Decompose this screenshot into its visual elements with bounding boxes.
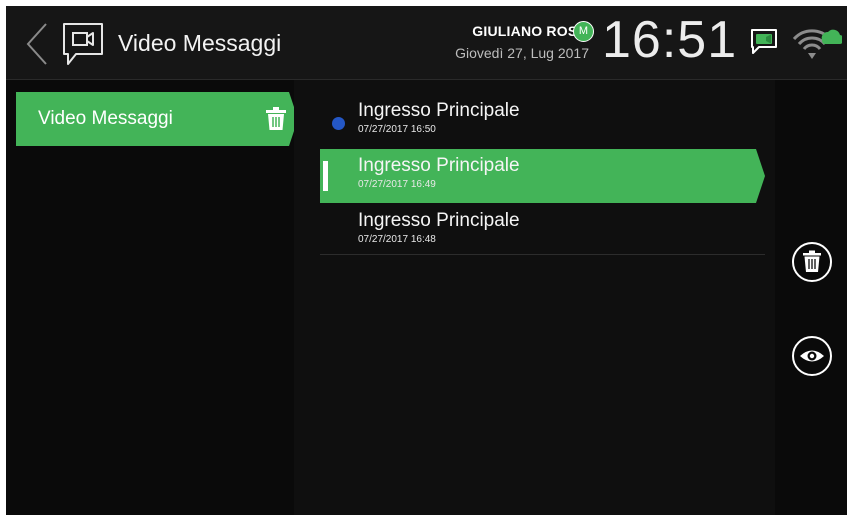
message-source: Ingresso Principale [358, 100, 520, 121]
message-notification-icon[interactable] [749, 26, 779, 56]
list-item[interactable]: Ingresso Principale 07/27/2017 16:50 [320, 94, 765, 148]
video-message-icon [60, 20, 106, 68]
header-bar: Video Messaggi GIULIANO ROSSI M Giovedì … [6, 6, 847, 80]
sidebar: Video Messaggi [6, 80, 298, 515]
message-timestamp: 07/27/2017 16:50 [358, 124, 436, 135]
eye-icon [800, 350, 824, 362]
back-button[interactable] [24, 22, 50, 66]
selection-marker [323, 161, 328, 191]
clock: 16:51 [602, 11, 738, 69]
current-date: Giovedì 27, Lug 2017 [455, 45, 589, 61]
view-button[interactable] [792, 336, 832, 376]
message-source: Ingresso Principale [358, 155, 520, 176]
user-badge: M [573, 21, 594, 42]
trash-icon [803, 250, 821, 272]
list-item[interactable]: Ingresso Principale 07/27/2017 16:48 [320, 204, 765, 255]
list-item[interactable]: Ingresso Principale 07/27/2017 16:49 [320, 149, 765, 203]
page-title: Video Messaggi [118, 30, 282, 56]
action-column [775, 80, 847, 515]
message-timestamp: 07/27/2017 16:48 [358, 234, 436, 245]
screen: Video Messaggi GIULIANO ROSSI M Giovedì … [6, 6, 847, 515]
message-source: Ingresso Principale [358, 210, 520, 231]
sidebar-item-label: Video Messaggi [38, 108, 173, 129]
sidebar-item-video-messaggi[interactable]: Video Messaggi [16, 92, 298, 146]
chevron-left-icon [26, 23, 47, 65]
trash-icon[interactable] [265, 107, 287, 131]
delete-button[interactable] [792, 242, 832, 282]
message-timestamp: 07/27/2017 16:49 [358, 179, 436, 190]
message-list: Ingresso Principale 07/27/2017 16:50 Ing… [294, 80, 775, 515]
unread-indicator [332, 117, 345, 130]
wifi-cloud-icon [790, 22, 845, 62]
